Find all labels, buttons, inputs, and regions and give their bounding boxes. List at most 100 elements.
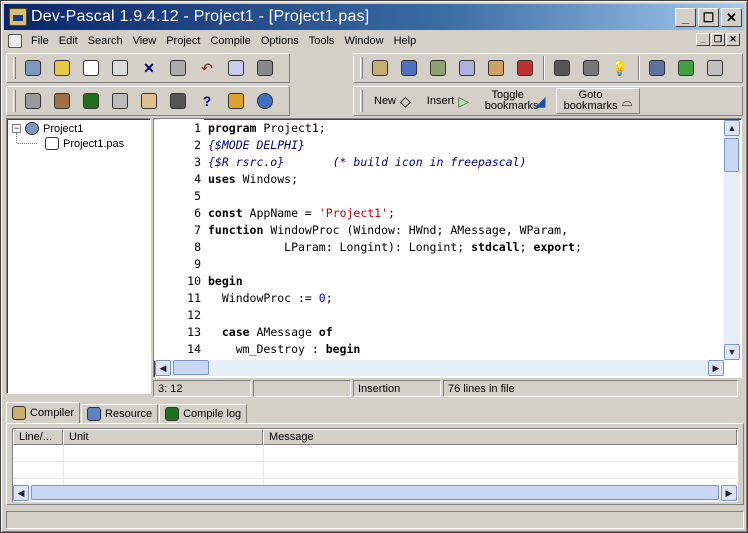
undo-icon[interactable]: ↶ [196, 57, 218, 79]
menu-project[interactable]: Project [161, 35, 205, 47]
compiler-messages-list[interactable]: Line/... Unit Message ◀ ▶ [12, 428, 738, 502]
menu-help[interactable]: Help [389, 35, 422, 47]
horizontal-scroll-thumb[interactable] [173, 360, 209, 375]
console-icon[interactable] [80, 90, 102, 112]
line-number: 7 [194, 223, 201, 237]
tree-node-project[interactable]: − Project1 [12, 122, 83, 135]
tree-file-label: Project1.pas [63, 137, 125, 150]
menu-view[interactable]: View [128, 35, 162, 47]
stop-icon[interactable] [514, 57, 536, 79]
package-icon[interactable] [109, 90, 131, 112]
mdi-restore-button[interactable]: ❐ [711, 33, 725, 46]
code-line: wm_Destroy : begin [208, 342, 361, 356]
project-options-icon[interactable]: 💡 [609, 57, 631, 79]
monitor-icon[interactable] [167, 90, 189, 112]
code-line: uses Windows; [208, 172, 299, 186]
goto-bookmarks-button[interactable]: Goto bookmarks ⌓ [556, 88, 641, 114]
editor-horizontal-scrollbar[interactable]: ◀ ▶ [155, 360, 724, 376]
run-icon[interactable] [398, 57, 420, 79]
code-editor[interactable]: 1 2 3 4 5 6 7 8 9 10 11 12 13 14 program… [153, 118, 742, 378]
hand-icon[interactable] [138, 90, 160, 112]
project-tree: − Project1 Project1.pas [6, 118, 151, 394]
new-file-icon[interactable] [80, 57, 102, 79]
list-scroll-thumb[interactable] [31, 485, 719, 500]
line-number: 1 [194, 121, 201, 135]
scroll-up-button[interactable]: ▲ [724, 120, 740, 136]
clean-icon[interactable] [22, 90, 44, 112]
new-doc-icon: ◇ [400, 92, 411, 109]
column-header-message[interactable]: Message [263, 429, 737, 445]
line-number: 2 [194, 138, 201, 152]
close-button[interactable]: ✕ [721, 7, 742, 27]
save-icon[interactable] [109, 57, 131, 79]
main-status-bar [6, 511, 744, 529]
close-file-icon[interactable]: ✕ [138, 57, 160, 79]
collapse-toggle[interactable]: − [12, 124, 21, 133]
bookmark-icon: ◢ [534, 92, 546, 109]
menu-edit[interactable]: Edit [54, 35, 83, 47]
document-menu-icon[interactable] [8, 33, 22, 48]
menu-tools[interactable]: Tools [304, 35, 340, 47]
menu-file[interactable]: File [26, 35, 54, 47]
menu-bar: File Edit Search View Project Compile Op… [4, 31, 744, 50]
tab-compiler[interactable]: Compiler [6, 402, 81, 424]
toggle-bookmarks-button[interactable]: Toggle bookmarks ◢ [480, 88, 550, 114]
print-icon[interactable] [167, 57, 189, 79]
find-icon[interactable] [225, 57, 247, 79]
vertical-scroll-thumb[interactable] [724, 138, 739, 172]
minimize-button[interactable]: _ [675, 7, 696, 27]
compiler-options-icon[interactable] [675, 57, 697, 79]
environment-options-icon[interactable] [646, 57, 668, 79]
tools-icon[interactable] [704, 57, 726, 79]
scroll-right-button[interactable]: ▶ [708, 360, 724, 376]
new-button[interactable]: New ◇ [369, 88, 416, 114]
list-scroll-left-button[interactable]: ◀ [13, 485, 29, 501]
rebuild-icon[interactable] [456, 57, 478, 79]
open-folder-icon[interactable] [51, 57, 73, 79]
editor-vertical-scrollbar[interactable]: ▲ ▼ [724, 120, 740, 360]
main-toolbar: ✕ ↶ [6, 53, 290, 83]
column-header-unit[interactable]: Unit [63, 429, 263, 445]
code-line: WindowProc := 0; [208, 291, 333, 305]
maximize-button[interactable]: ☐ [698, 7, 719, 27]
insert-button[interactable]: Insert ▷ [422, 88, 474, 114]
tree-project-label: Project1 [43, 122, 84, 135]
output-tabs: Compiler Resource Compile log [6, 402, 248, 424]
menu-search[interactable]: Search [83, 35, 128, 47]
menu-compile[interactable]: Compile [205, 35, 255, 47]
list-horizontal-scrollbar[interactable]: ◀ ▶ [13, 485, 737, 501]
debug-icon[interactable] [485, 57, 507, 79]
window-title: Dev-Pascal 1.9.4.12 - Project1 - [Projec… [31, 8, 370, 25]
code-line: LParam: Longint): Longint; stdcall; expo… [208, 240, 582, 254]
replace-icon[interactable] [254, 57, 276, 79]
mdi-minimize-button[interactable]: _ [696, 33, 710, 46]
menu-options[interactable]: Options [256, 35, 304, 47]
list-scroll-right-button[interactable]: ▶ [721, 485, 737, 501]
tree-node-file[interactable]: Project1.pas [45, 137, 124, 150]
line-number: 8 [194, 240, 201, 254]
compile-icon[interactable] [369, 57, 391, 79]
help-icon[interactable]: ? [196, 90, 218, 112]
configure-icon[interactable] [51, 90, 73, 112]
web-icon[interactable] [254, 90, 276, 112]
tab-resource[interactable]: Resource [81, 404, 159, 424]
compile-run-icon[interactable] [427, 57, 449, 79]
line-number: 6 [194, 206, 201, 220]
cursor-position: 3: 12 [153, 380, 251, 397]
column-header-line[interactable]: Line/... [13, 429, 63, 445]
about-icon[interactable] [225, 90, 247, 112]
code-line: function WindowProc (Window: HWnd; AMess… [208, 223, 569, 237]
scroll-left-button[interactable]: ◀ [155, 360, 171, 376]
line-number: 9 [194, 257, 201, 271]
mdi-close-button[interactable]: ✕ [726, 33, 740, 46]
tab-compile-log[interactable]: Compile log [159, 404, 248, 424]
menu-window[interactable]: Window [339, 35, 388, 47]
code-line: program Project1; [208, 121, 326, 135]
remove-from-project-icon[interactable] [580, 57, 602, 79]
scroll-down-button[interactable]: ▼ [724, 344, 740, 360]
line-number: 14 [187, 342, 201, 356]
add-to-project-icon[interactable] [551, 57, 573, 79]
goto-bookmark-icon: ⌓ [621, 92, 633, 109]
resource-tab-icon [87, 407, 102, 421]
new-project-icon[interactable] [22, 57, 44, 79]
